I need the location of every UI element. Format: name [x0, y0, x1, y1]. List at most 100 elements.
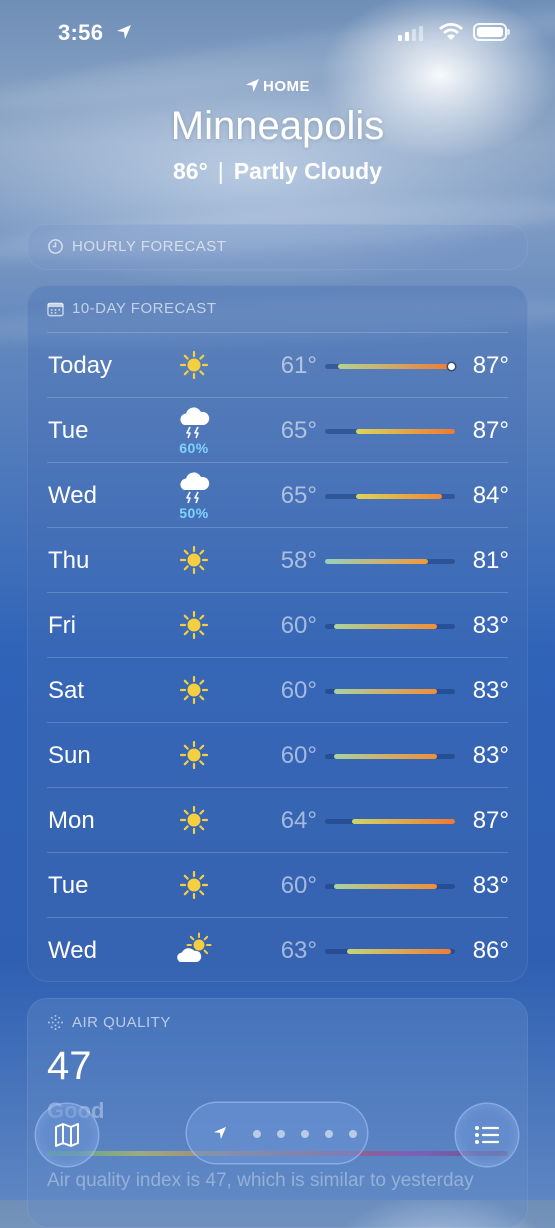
- forecast-day: Tue: [48, 417, 89, 444]
- temperature-range-fill: [351, 819, 455, 824]
- low-temperature: 60°: [280, 612, 317, 639]
- condition-text: Partly Cloudy: [233, 158, 383, 184]
- sun-icon: [174, 735, 214, 775]
- temperature-range-fill: [333, 754, 438, 759]
- map-button[interactable]: [36, 1104, 98, 1166]
- location-arrow-icon: [213, 1126, 227, 1140]
- precipitation-chance: 50%: [179, 505, 209, 521]
- high-temperature: 81°: [472, 547, 509, 574]
- city-name: Minneapolis: [170, 104, 385, 148]
- air-quality-title: AIR QUALITY: [47, 1014, 171, 1031]
- sun-icon: [174, 345, 214, 385]
- page-dot[interactable]: [253, 1130, 261, 1138]
- air-quality-label: AIR QUALITY: [72, 1014, 171, 1031]
- ten-day-forecast-label: 10-DAY FORECAST: [72, 300, 217, 317]
- current-temperature-marker: [447, 363, 455, 370]
- temperature-range-fill: [333, 624, 438, 629]
- temperature-range-fill: [347, 949, 451, 954]
- high-temperature: 86°: [472, 937, 509, 964]
- high-temperature: 87°: [472, 807, 509, 834]
- status-time: 3:56: [58, 20, 104, 45]
- ten-day-forecast-title: 10-DAY FORECAST: [47, 300, 216, 317]
- air-quality-icon: [47, 1014, 64, 1031]
- page-dot[interactable]: [325, 1130, 333, 1138]
- home-label: HOME: [263, 78, 310, 95]
- current-conditions: 86° | Partly Cloudy: [0, 158, 555, 185]
- thunderstorm-icon: [174, 403, 214, 443]
- forecast-row[interactable]: Tue 60° 83°: [27, 853, 528, 918]
- hourly-forecast-title: HOURLY FORECAST: [47, 238, 226, 255]
- forecast-row[interactable]: Sun 60° 83°: [27, 723, 528, 788]
- temperature-range-fill: [338, 364, 455, 369]
- status-bar: 3:56: [0, 0, 555, 66]
- calendar-icon: [47, 302, 64, 316]
- low-temperature: 64°: [280, 807, 317, 834]
- forecast-row[interactable]: Thu 58° 81°: [27, 528, 528, 593]
- temperature-range-fill: [333, 884, 438, 889]
- forecast-day: Sun: [48, 742, 91, 769]
- hourly-forecast-card[interactable]: HOURLY FORECAST: [27, 224, 528, 270]
- location-arrow-icon: [245, 78, 260, 93]
- city-list-button[interactable]: [456, 1104, 518, 1166]
- temperature-range-bar: [325, 429, 455, 434]
- low-temperature: 60°: [280, 742, 317, 769]
- high-temperature: 87°: [472, 417, 509, 444]
- temperature-range-bar: [325, 494, 455, 499]
- sun-icon: [174, 800, 214, 840]
- current-temperature: 86°: [172, 158, 208, 184]
- sun-icon: [174, 605, 214, 645]
- forecast-row[interactable]: Today 61° 87°: [27, 333, 528, 398]
- partly-cloudy-icon: [174, 930, 214, 970]
- low-temperature: 60°: [280, 677, 317, 704]
- sun-icon: [174, 540, 214, 580]
- forecast-row[interactable]: Mon 64° 87°: [27, 788, 528, 853]
- home-label-row: HOME: [0, 78, 555, 95]
- forecast-row[interactable]: Tue 60% 65° 87°: [27, 398, 528, 463]
- high-temperature: 84°: [472, 482, 509, 509]
- temperature-range-fill: [333, 689, 438, 694]
- location-page-indicator[interactable]: [187, 1103, 367, 1163]
- wifi-icon: [439, 23, 463, 40]
- high-temperature: 83°: [472, 742, 509, 769]
- forecast-day: Thu: [48, 547, 90, 574]
- temperature-range-fill: [325, 559, 429, 564]
- high-temperature: 83°: [472, 872, 509, 899]
- page-dot[interactable]: [301, 1130, 309, 1138]
- temperature-range-bar: [325, 689, 455, 694]
- temperature-range-fill: [356, 429, 455, 434]
- high-temperature: 83°: [472, 677, 509, 704]
- forecast-day: Fri: [48, 612, 76, 639]
- precipitation-chance: 60%: [179, 440, 209, 456]
- temperature-range-bar: [325, 884, 455, 889]
- forecast-day: Today: [48, 352, 113, 379]
- high-temperature: 87°: [472, 352, 509, 379]
- low-temperature: 58°: [280, 547, 317, 574]
- air-quality-value: 47: [47, 1044, 92, 1088]
- forecast-day: Sat: [48, 677, 85, 704]
- forecast-row[interactable]: Wed 50% 65° 84°: [27, 463, 528, 528]
- low-temperature: 65°: [280, 417, 317, 444]
- page-dot[interactable]: [277, 1130, 285, 1138]
- forecast-day: Wed: [48, 937, 97, 964]
- temperature-range-bar: [325, 949, 455, 954]
- map-icon: [55, 1123, 79, 1147]
- temperature-range-bar: [325, 819, 455, 824]
- low-temperature: 63°: [280, 937, 317, 964]
- high-temperature: 83°: [472, 612, 509, 639]
- forecast-row[interactable]: Sat 60° 83°: [27, 658, 528, 723]
- temperature-range-bar: [325, 559, 455, 564]
- sun-icon: [174, 865, 214, 905]
- hourly-forecast-label: HOURLY FORECAST: [72, 238, 227, 255]
- location-arrow-icon: [117, 25, 131, 39]
- forecast-row[interactable]: Fri 60° 83°: [27, 593, 528, 658]
- forecast-day: Wed: [48, 482, 97, 509]
- low-temperature: 65°: [280, 482, 317, 509]
- page-dot[interactable]: [349, 1130, 357, 1138]
- low-temperature: 60°: [280, 872, 317, 899]
- forecast-row[interactable]: Wed 63° 86°: [27, 918, 528, 983]
- temperature-range-bar: [325, 363, 455, 370]
- list-icon: [475, 1126, 500, 1144]
- battery-icon: [473, 23, 510, 41]
- temperature-range-bar: [325, 754, 455, 759]
- ten-day-forecast-card[interactable]: 10-DAY FORECAST Today 61° 87° Tue 60% 65° 87°…: [27, 285, 528, 982]
